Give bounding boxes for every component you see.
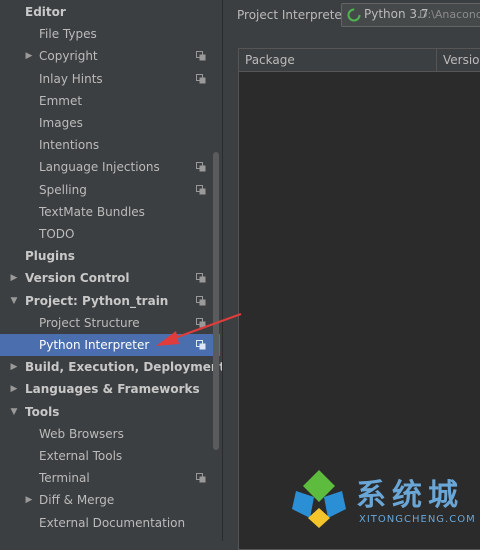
- watermark: 系统城 XITONGCHENG.COM: [285, 466, 480, 541]
- watermark-logo-icon: [292, 470, 346, 528]
- annotation-arrow: [156, 313, 242, 346]
- watermark-text-en: XITONGCHENG.COM: [359, 514, 476, 525]
- watermark-text-cn: 系统城: [356, 478, 464, 513]
